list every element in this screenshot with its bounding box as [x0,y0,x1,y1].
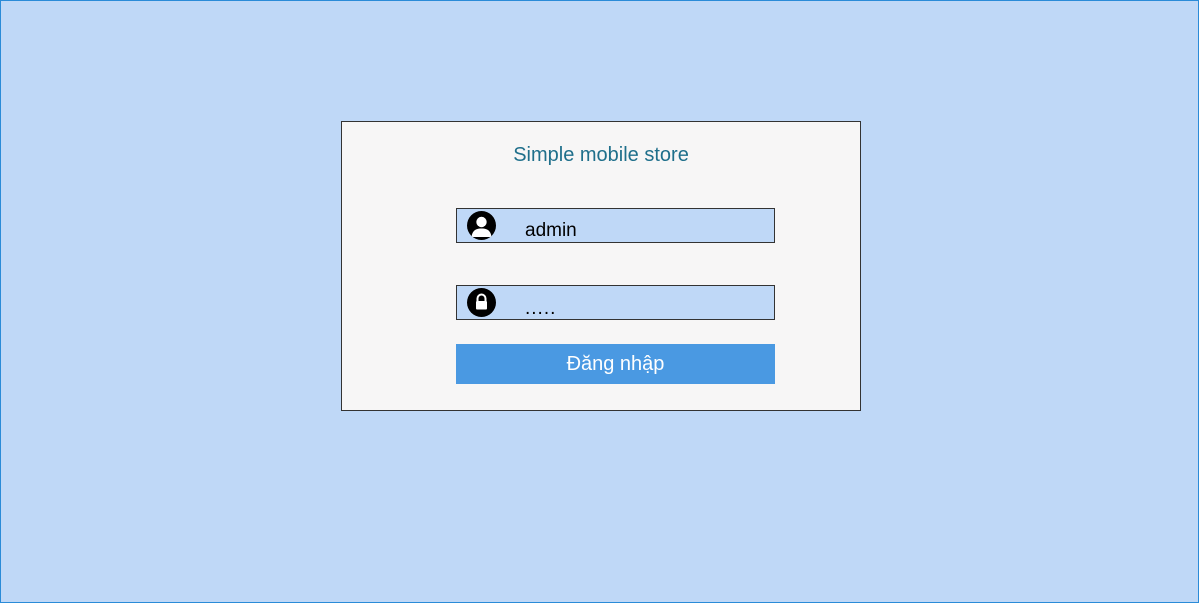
username-field[interactable]: admin [456,208,775,243]
page-title: Simple mobile store [513,144,689,166]
username-value: admin [525,220,577,241]
login-card: Simple mobile store admin ..... Đăng nhậ… [341,121,861,411]
lock-icon [467,288,496,317]
login-button[interactable]: Đăng nhập [456,344,775,384]
password-field[interactable]: ..... [456,285,775,320]
password-value: ..... [525,298,557,319]
page-background: Simple mobile store admin ..... Đăng nhậ… [0,0,1199,603]
user-icon [467,211,496,240]
